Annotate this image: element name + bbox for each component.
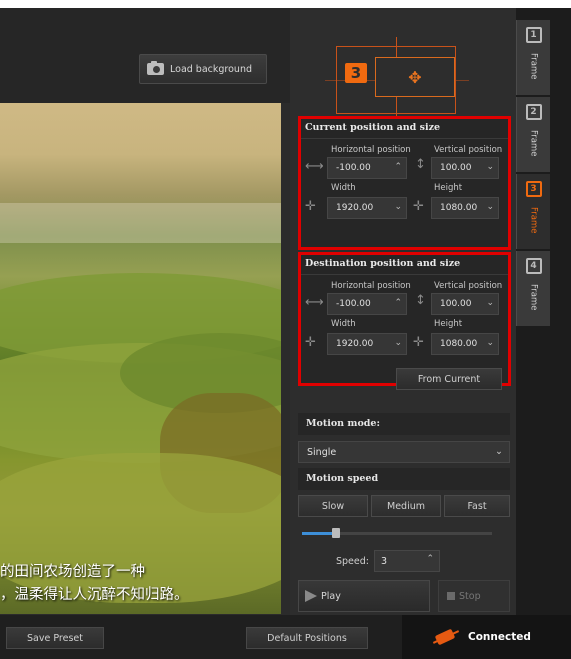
bottom-bar: Save Preset Default Positions Connected: [0, 615, 571, 659]
dest-w-value: 1920.00: [336, 339, 374, 349]
speed-slider[interactable]: [302, 528, 492, 538]
camera-icon: [147, 61, 164, 75]
chevron-down-icon[interactable]: ⌄: [486, 298, 494, 308]
motion-mode-value: Single: [307, 446, 337, 458]
stop-label: Stop: [459, 590, 481, 602]
chevron-down-icon[interactable]: ⌄: [394, 338, 402, 348]
current-ht-label: Height: [434, 183, 463, 193]
default-positions-button[interactable]: Default Positions: [246, 627, 368, 649]
speed-slider-thumb[interactable]: [332, 528, 341, 538]
speed-value: 3: [381, 555, 388, 567]
vertical-arrow-icon: ↕: [415, 157, 426, 172]
frame-2-icon: 2: [525, 104, 542, 120]
chevron-down-icon[interactable]: ⌄: [486, 162, 494, 172]
tab-frame-2-label: Frame: [528, 130, 539, 157]
dest-v-label: Vertical position: [434, 281, 503, 291]
current-v-value: 100.00: [440, 163, 472, 173]
dest-h-input[interactable]: -100.00 ⌃: [327, 293, 407, 315]
preview-haze: [0, 203, 281, 243]
motion-speed-title: Motion speed: [298, 468, 510, 490]
dest-v-input[interactable]: 100.00 ⌄: [431, 293, 499, 315]
tab-frame-3[interactable]: 3 Frame: [516, 174, 550, 249]
frame-position-gizmo[interactable]: 3 ✥: [325, 37, 469, 125]
resize-icon: ✛: [413, 335, 424, 350]
from-current-button[interactable]: From Current: [396, 368, 502, 390]
subtitle-line-1: 的田间农场创造了一种: [0, 564, 145, 580]
spinner-arrows-icon[interactable]: ⌃: [394, 298, 402, 308]
dest-v-value: 100.00: [440, 299, 472, 309]
current-w-input[interactable]: 1920.00 ⌄: [327, 197, 407, 219]
fast-button[interactable]: Fast: [444, 495, 510, 517]
chevron-down-icon: ⌄: [495, 446, 503, 457]
motion-panel: 3 ✥ Current position and size Horizontal…: [290, 8, 516, 615]
spinner-arrows-icon[interactable]: ⌃: [394, 162, 402, 172]
stop-icon: [447, 592, 455, 600]
horizontal-arrow-icon: ⟷: [305, 159, 324, 174]
current-h-input[interactable]: -100.00 ⌃: [327, 157, 407, 179]
frame-4-icon: 4: [525, 258, 542, 274]
plug-icon: [432, 628, 460, 646]
load-background-button[interactable]: Load background: [139, 54, 267, 84]
frame-3-badge-icon: 3: [345, 63, 367, 83]
destination-position-section: Destination position and size Horizontal…: [298, 252, 511, 386]
speed-label: Speed:: [336, 556, 369, 567]
current-w-label: Width: [331, 183, 356, 193]
toolbar-area: Load background: [0, 8, 290, 103]
play-button[interactable]: Play: [298, 580, 430, 612]
frame-3-icon: 3: [525, 181, 542, 197]
current-ht-value: 1080.00: [440, 203, 478, 213]
current-ht-input[interactable]: 1080.00 ⌄: [431, 197, 499, 219]
chevron-down-icon[interactable]: ⌄: [486, 202, 494, 212]
destination-section-title: Destination position and size: [301, 255, 508, 275]
video-preview[interactable]: 的田间农场创造了一种 ，温柔得让人沉醉不知归路。: [0, 103, 281, 614]
current-section-title: Current position and size: [301, 119, 508, 139]
horizontal-arrow-icon: ⟷: [305, 295, 324, 310]
play-label: Play: [321, 590, 341, 602]
speed-slider-fill: [302, 532, 337, 535]
tab-frame-4[interactable]: 4 Frame: [516, 251, 550, 326]
spinner-arrows-icon[interactable]: ⌃: [426, 554, 434, 564]
current-v-input[interactable]: 100.00 ⌄: [431, 157, 499, 179]
stop-button[interactable]: Stop: [438, 580, 510, 612]
chevron-down-icon[interactable]: ⌄: [394, 202, 402, 212]
dest-w-label: Width: [331, 319, 356, 329]
resize-icon: ✛: [305, 199, 316, 214]
frame-1-icon: 1: [525, 27, 542, 43]
current-position-section: Current position and size Horizontal pos…: [298, 116, 511, 250]
app-window: Load background 的田间农场创造了一种 ，温柔得让人沉醉不知归路。…: [0, 8, 571, 659]
tab-frame-4-label: Frame: [528, 284, 539, 311]
move-icon[interactable]: ✥: [375, 57, 455, 97]
save-preset-button[interactable]: Save Preset: [6, 627, 104, 649]
dest-h-label: Horizontal position: [331, 281, 411, 291]
dest-w-input[interactable]: 1920.00 ⌄: [327, 333, 407, 355]
dest-ht-input[interactable]: 1080.00 ⌄: [431, 333, 499, 355]
vertical-arrow-icon: ↕: [415, 293, 426, 308]
tab-frame-1-label: Frame: [528, 53, 539, 80]
subtitle-line-2: ，温柔得让人沉醉不知归路。: [0, 587, 189, 603]
status-label: Connected: [468, 631, 531, 643]
play-icon: [305, 590, 317, 602]
resize-icon: ✛: [305, 335, 316, 350]
current-h-value: -100.00: [336, 163, 371, 173]
motion-mode-title: Motion mode:: [298, 413, 510, 435]
current-h-label: Horizontal position: [331, 145, 411, 155]
tab-frame-1[interactable]: 1 Frame: [516, 20, 550, 95]
slow-button[interactable]: Slow: [298, 495, 368, 517]
medium-button[interactable]: Medium: [371, 495, 441, 517]
dest-h-value: -100.00: [336, 299, 371, 309]
frame-tabs: 1 Frame 2 Frame 3 Frame 4 Frame: [516, 8, 571, 615]
motion-mode-select[interactable]: Single ⌄: [298, 441, 510, 463]
current-w-value: 1920.00: [336, 203, 374, 213]
speed-input[interactable]: 3 ⌃: [374, 550, 440, 572]
resize-icon: ✛: [413, 199, 424, 214]
tab-frame-2[interactable]: 2 Frame: [516, 97, 550, 172]
load-background-label: Load background: [170, 63, 252, 75]
dest-ht-value: 1080.00: [440, 339, 478, 349]
chevron-down-icon[interactable]: ⌄: [486, 338, 494, 348]
tab-frame-3-label: Frame: [528, 207, 539, 234]
connection-status: Connected: [402, 615, 571, 659]
dest-ht-label: Height: [434, 319, 463, 329]
current-v-label: Vertical position: [434, 145, 503, 155]
